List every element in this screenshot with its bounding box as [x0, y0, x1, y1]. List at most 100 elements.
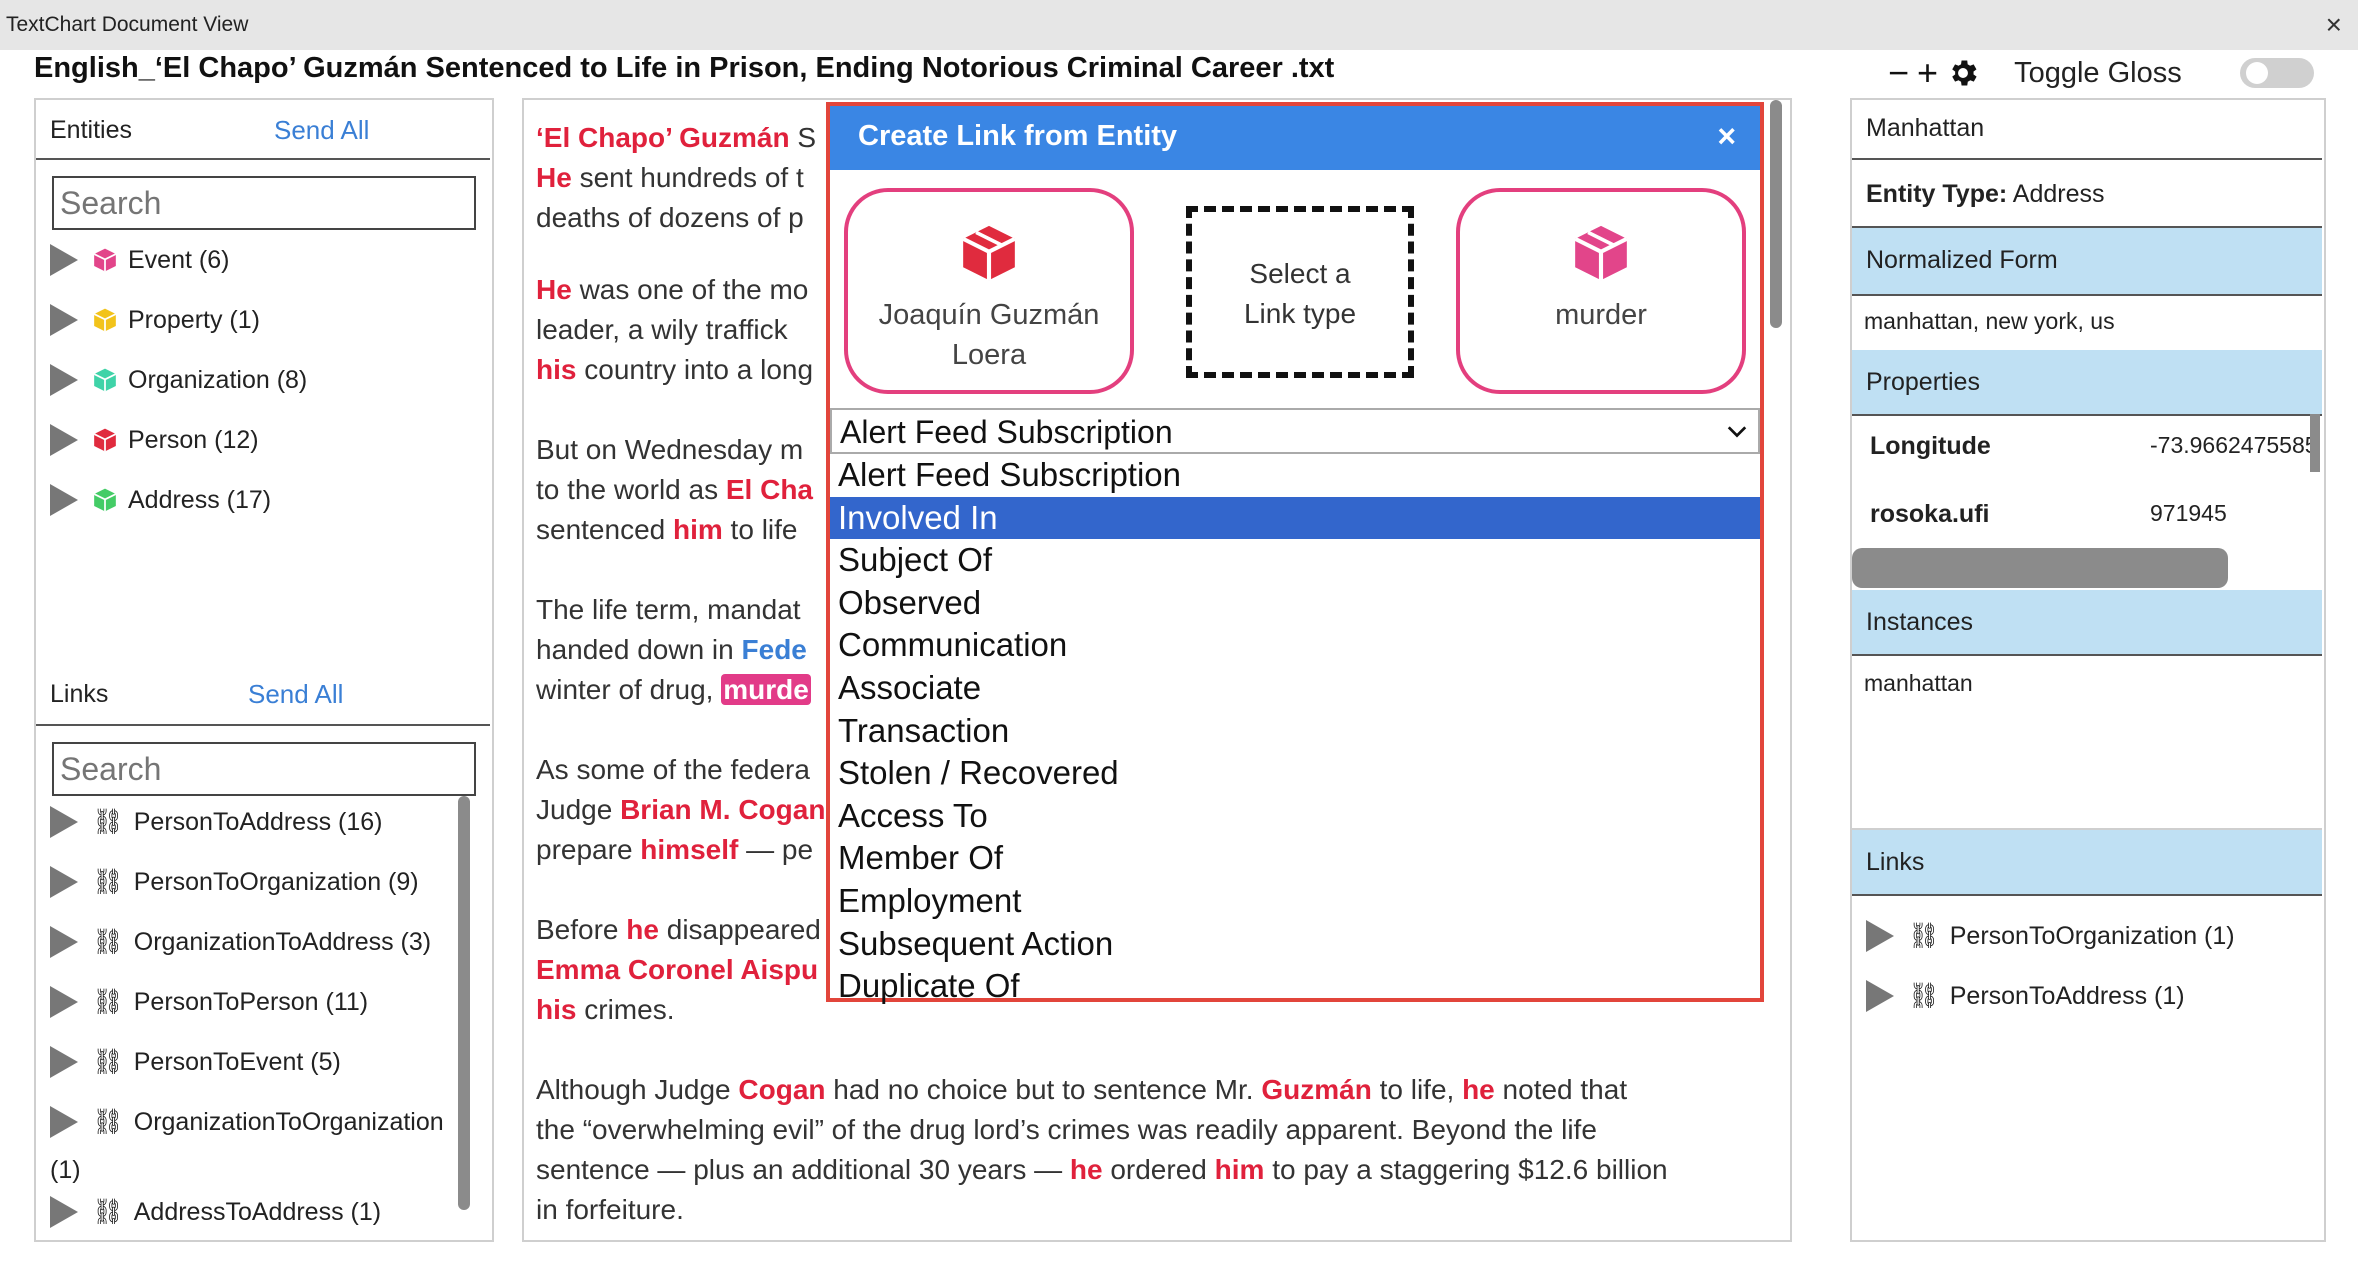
expand-arrow-icon[interactable]	[50, 806, 78, 838]
entity-mention[interactable]: ‘El Chapo’ Guzmán	[536, 122, 790, 153]
expand-arrow-icon[interactable]	[50, 926, 78, 958]
entities-search-input[interactable]	[52, 176, 476, 230]
entity-mention[interactable]: his	[536, 994, 576, 1025]
link-type-option[interactable]: Access To	[830, 795, 1760, 838]
tree-row-label: PersonToOrganization (1)	[1949, 921, 2235, 950]
gear-icon[interactable]	[1946, 56, 1980, 90]
entity-mention[interactable]: he	[626, 914, 659, 945]
text-run: to pay a staggering $12.6 billion	[1264, 1154, 1668, 1185]
tree-row-label: Property (1)	[128, 305, 260, 334]
target-entity-card[interactable]: murder	[1456, 188, 1746, 394]
entity-mention[interactable]: He	[536, 274, 572, 305]
selected-entity-mention[interactable]: murde	[721, 674, 811, 705]
tree-row[interactable]: Address (17)	[50, 480, 271, 520]
entity-mention[interactable]: He	[536, 162, 572, 193]
expand-arrow-icon[interactable]	[50, 304, 78, 336]
link-type-option[interactable]: Alert Feed Subscription	[830, 454, 1760, 497]
zoom-out-button[interactable]: −	[1888, 53, 1909, 93]
tree-row[interactable]: Property (1)	[50, 300, 260, 340]
link-type-option[interactable]: Observed	[830, 582, 1760, 625]
tree-row[interactable]: ⛓ AddressToAddress (1)	[50, 1192, 381, 1232]
text-run: had no choice but to sentence Mr.	[825, 1074, 1262, 1105]
tree-row-label: PersonToAddress (16)	[133, 807, 383, 836]
expand-arrow-icon[interactable]	[50, 424, 78, 456]
text-run: handed down in	[536, 634, 742, 665]
tree-row[interactable]: ⛓ PersonToEvent (5)	[50, 1042, 341, 1082]
expand-arrow-icon[interactable]	[50, 1196, 78, 1228]
expand-arrow-icon[interactable]	[50, 986, 78, 1018]
link-type-option[interactable]: Duplicate Of	[830, 965, 1760, 1008]
link-type-option[interactable]: Communication	[830, 624, 1760, 667]
tree-row-label: AddressToAddress (1)	[133, 1197, 382, 1226]
divider	[36, 158, 490, 160]
tree-row-label: PersonToAddress (1)	[1949, 981, 2185, 1010]
expand-arrow-icon[interactable]	[1866, 980, 1894, 1012]
tree-row-label: Person (12)	[128, 425, 259, 454]
properties-hscrollbar[interactable]	[1852, 548, 2228, 588]
zoom-in-button[interactable]: +	[1917, 53, 1938, 93]
tree-row-label: Event (6)	[128, 245, 230, 274]
link-type-select[interactable]: Alert Feed Subscription	[830, 408, 1760, 454]
link-type-option[interactable]: Involved In	[830, 496, 1760, 540]
tree-row[interactable]: ⛓ OrganizationToAddress (3)	[50, 922, 431, 962]
links-search-input[interactable]	[52, 742, 476, 796]
entity-type-cube-icon	[93, 248, 117, 272]
entity-mention[interactable]: Emma Coronel Aispu	[536, 954, 818, 985]
expand-arrow-icon[interactable]	[50, 484, 78, 516]
tree-row[interactable]: Event (6)	[50, 240, 229, 280]
entity-mention[interactable]: himself	[640, 834, 738, 865]
properties-vscrollbar[interactable]	[2310, 414, 2320, 472]
expand-arrow-icon[interactable]	[50, 1106, 78, 1138]
expand-arrow-icon[interactable]	[1866, 920, 1894, 952]
entity-mention[interactable]: Cogan	[738, 1074, 825, 1105]
entity-mention[interactable]: he	[1070, 1154, 1103, 1185]
text-run: was one of the mo	[571, 274, 809, 305]
link-type-option[interactable]: Member Of	[830, 837, 1760, 880]
tree-row[interactable]: ⛓ PersonToAddress (1)	[1866, 976, 2185, 1016]
expand-arrow-icon[interactable]	[50, 866, 78, 898]
tree-row[interactable]: ⛓ PersonToPerson (11)	[50, 982, 368, 1022]
tree-row[interactable]: ⛓ OrganizationToOrganization	[50, 1102, 444, 1142]
link-type-option[interactable]: Subsequent Action	[830, 923, 1760, 966]
entity-mention[interactable]: he	[1462, 1074, 1495, 1105]
text-run: Although Judge	[536, 1074, 739, 1105]
link-type-placeholder[interactable]: Select a Link type	[1186, 206, 1414, 378]
link-type-option[interactable]: Stolen / Recovered	[830, 752, 1760, 795]
tree-row[interactable]: (1)	[50, 1150, 81, 1190]
entity-mention[interactable]: Fede	[742, 634, 807, 665]
link-type-option[interactable]: Associate	[830, 667, 1760, 710]
entity-mention[interactable]: him	[673, 514, 723, 545]
instance-item[interactable]: manhattan	[1852, 670, 2322, 697]
properties-header: Properties	[1852, 350, 2322, 416]
text-run: The life term, mandat	[536, 594, 801, 625]
expand-arrow-icon[interactable]	[50, 1046, 78, 1078]
entity-mention[interactable]: his	[536, 354, 576, 385]
source-entity-card[interactable]: Joaquín Guzmán Loera	[844, 188, 1134, 394]
window-close-button[interactable]: ×	[2326, 9, 2342, 41]
divider	[1852, 158, 2322, 160]
tree-row[interactable]: Person (12)	[50, 420, 259, 460]
tree-row[interactable]: ⛓ PersonToAddress (16)	[50, 802, 382, 842]
entity-mention[interactable]: Brian M. Cogan	[620, 794, 825, 825]
document-title: English_‘El Chapo’ Guzmán Sentenced to L…	[34, 52, 1335, 84]
expand-arrow-icon[interactable]	[50, 364, 78, 396]
entity-type-cube-icon	[93, 368, 117, 392]
links-send-all-link[interactable]: Send All	[248, 679, 343, 710]
link-type-option[interactable]: Subject Of	[830, 539, 1760, 582]
toggle-gloss-switch[interactable]	[2240, 58, 2314, 88]
tree-row[interactable]: Organization (8)	[50, 360, 307, 400]
tree-row[interactable]: ⛓ PersonToOrganization (1)	[1866, 916, 2235, 956]
normalized-form-header-text: Normalized Form	[1866, 246, 2058, 274]
link-type-option[interactable]: Employment	[830, 880, 1760, 923]
entity-mention[interactable]: Guzmán	[1261, 1074, 1371, 1105]
links-scrollbar[interactable]	[458, 796, 470, 1210]
document-scrollbar[interactable]	[1770, 100, 1782, 328]
entities-send-all-link[interactable]: Send All	[274, 115, 369, 146]
entity-mention[interactable]: him	[1215, 1154, 1265, 1185]
link-type-option[interactable]: Transaction	[830, 710, 1760, 753]
dialog-close-button[interactable]: ×	[1717, 118, 1736, 155]
tree-row-label: Address (17)	[128, 485, 272, 514]
tree-row[interactable]: ⛓ PersonToOrganization (9)	[50, 862, 419, 902]
expand-arrow-icon[interactable]	[50, 244, 78, 276]
entity-mention[interactable]: El Cha	[726, 474, 813, 505]
